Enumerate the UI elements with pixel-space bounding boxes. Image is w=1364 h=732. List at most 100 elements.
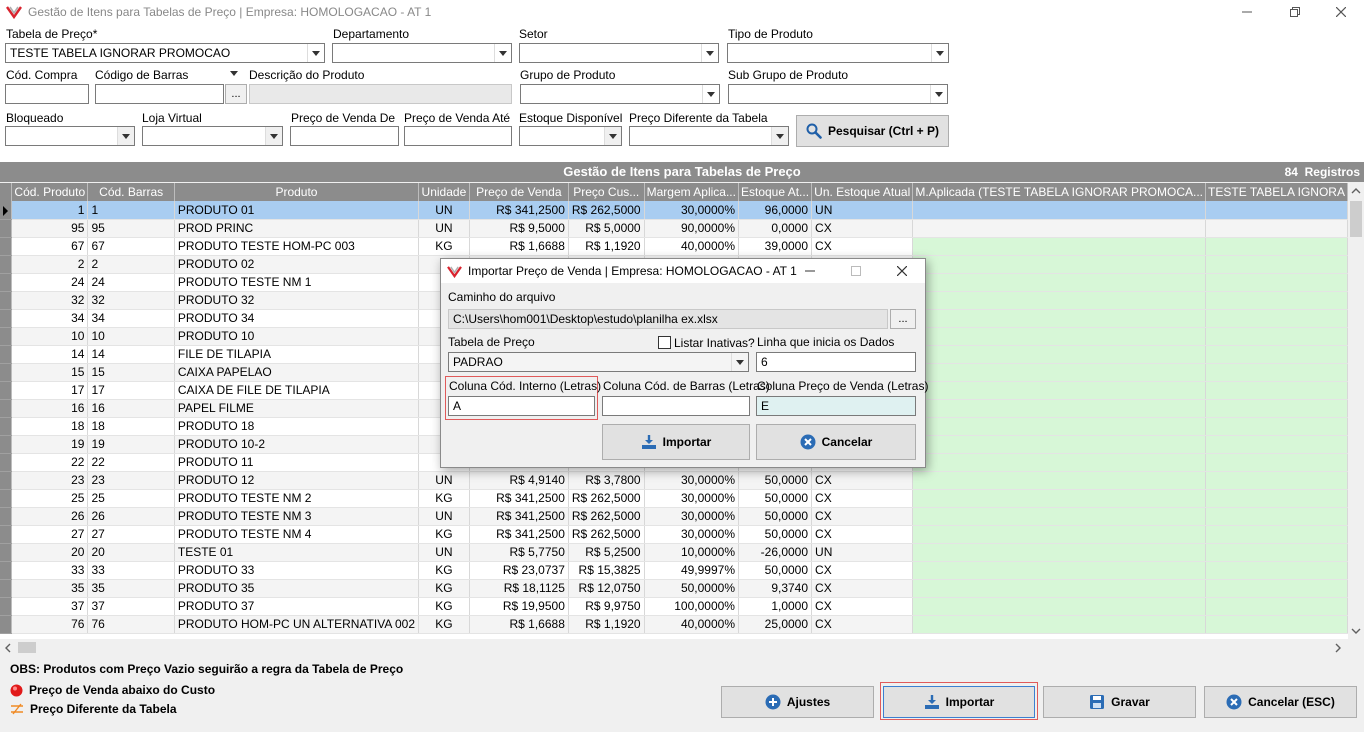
- table-cell[interactable]: R$ 15,3825: [568, 561, 645, 580]
- row-indicator[interactable]: [0, 273, 13, 292]
- table-cell[interactable]: R$ 341,2500: [469, 201, 569, 220]
- table-row[interactable]: 76 76 PRODUTO HOM-PC UN ALTERNATIVA 002 KG R…: [0, 615, 1348, 634]
- table-cell[interactable]: 20: [87, 543, 175, 562]
- cod-barras-browse-button[interactable]: ...: [225, 84, 247, 104]
- table-cell[interactable]: 17: [11, 381, 89, 400]
- row-indicator[interactable]: [0, 327, 13, 346]
- row-indicator[interactable]: [0, 615, 13, 634]
- table-cell[interactable]: [912, 597, 1207, 616]
- table-cell[interactable]: [912, 615, 1207, 634]
- row-indicator[interactable]: [0, 201, 13, 220]
- table-cell[interactable]: 95: [11, 219, 89, 238]
- table-cell[interactable]: PRODUTO 11: [174, 453, 420, 472]
- cod-barras-input[interactable]: [95, 84, 224, 104]
- table-cell[interactable]: R$ 262,5000: [568, 201, 645, 220]
- table-cell[interactable]: 15: [87, 363, 175, 382]
- table-cell[interactable]: R$ 262,5000: [568, 507, 645, 526]
- table-cell[interactable]: PRODUTO 34: [174, 309, 420, 328]
- row-indicator[interactable]: [0, 291, 13, 310]
- column-header[interactable]: TESTE TABELA IGNORA: [1205, 183, 1348, 201]
- table-cell[interactable]: R$ 23,0737: [469, 561, 569, 580]
- col-preco-input[interactable]: E: [756, 396, 916, 416]
- table-cell[interactable]: [1205, 363, 1348, 382]
- table-cell[interactable]: 10: [11, 327, 89, 346]
- row-indicator[interactable]: [0, 489, 13, 508]
- row-indicator[interactable]: [0, 597, 13, 616]
- dialog-minimize-icon[interactable]: [805, 266, 815, 276]
- dialog-cancelar-button[interactable]: Cancelar: [756, 424, 916, 460]
- table-cell[interactable]: 39,0000: [738, 237, 813, 256]
- table-cell[interactable]: [912, 363, 1207, 382]
- scroll-down-icon[interactable]: [1351, 627, 1361, 635]
- table-cell[interactable]: R$ 5,2500: [568, 543, 645, 562]
- column-header[interactable]: Estoque At...: [738, 183, 813, 201]
- table-cell[interactable]: 9,3740: [738, 579, 813, 598]
- table-cell[interactable]: 19: [11, 435, 89, 454]
- table-row[interactable]: 37 37 PRODUTO 37 KG R$ 19,9500 R$ 9,9750 100,0…: [0, 597, 1348, 616]
- table-cell[interactable]: 1,0000: [738, 597, 813, 616]
- table-cell[interactable]: PRODUTO 37: [174, 597, 420, 616]
- table-cell[interactable]: 23: [87, 471, 175, 490]
- table-cell[interactable]: PRODUTO HOM-PC UN ALTERNATIVA 002: [174, 615, 420, 634]
- cancelar-esc-button[interactable]: Cancelar (ESC): [1204, 686, 1357, 718]
- preco-dif-select[interactable]: [629, 126, 789, 146]
- cod-compra-input[interactable]: [5, 84, 89, 104]
- table-cell[interactable]: KG: [418, 561, 470, 580]
- table-cell[interactable]: 30,0000%: [644, 471, 739, 490]
- vertical-scroll-thumb[interactable]: [1350, 201, 1362, 237]
- table-cell[interactable]: R$ 1,1920: [568, 615, 645, 634]
- grupo-select[interactable]: [520, 84, 720, 104]
- scroll-left-icon[interactable]: [4, 643, 12, 653]
- row-indicator[interactable]: [0, 507, 13, 526]
- row-indicator[interactable]: [0, 435, 13, 454]
- column-header[interactable]: M.Aplicada (TESTE TABELA IGNORAR PROMOCA…: [912, 183, 1207, 201]
- table-cell[interactable]: 76: [11, 615, 89, 634]
- table-cell[interactable]: [912, 309, 1207, 328]
- table-cell[interactable]: 32: [87, 291, 175, 310]
- table-cell[interactable]: 25: [11, 489, 89, 508]
- table-cell[interactable]: R$ 9,5000: [469, 219, 569, 238]
- table-cell[interactable]: 50,0000: [738, 489, 813, 508]
- table-cell[interactable]: TESTE 01: [174, 543, 420, 562]
- table-cell[interactable]: 22: [11, 453, 89, 472]
- table-cell[interactable]: PRODUTO 33: [174, 561, 420, 580]
- table-cell[interactable]: [1205, 489, 1348, 508]
- col-barras-input[interactable]: [602, 396, 750, 416]
- dialog-close-icon[interactable]: [897, 266, 907, 276]
- table-cell[interactable]: KG: [418, 579, 470, 598]
- table-cell[interactable]: PRODUTO TESTE NM 1: [174, 273, 420, 292]
- table-cell[interactable]: [1205, 615, 1348, 634]
- table-cell[interactable]: [1205, 597, 1348, 616]
- table-cell[interactable]: 15: [11, 363, 89, 382]
- table-cell[interactable]: KG: [418, 615, 470, 634]
- table-cell[interactable]: 25,0000: [738, 615, 813, 634]
- row-indicator[interactable]: [0, 579, 13, 598]
- table-cell[interactable]: [1205, 273, 1348, 292]
- table-cell[interactable]: -26,0000: [738, 543, 813, 562]
- table-cell[interactable]: [1205, 471, 1348, 490]
- table-cell[interactable]: PRODUTO 12: [174, 471, 420, 490]
- table-row[interactable]: 1 1 PRODUTO 01 UN R$ 341,2500 R$ 262,5000 30,0…: [0, 201, 1348, 220]
- table-cell[interactable]: PRODUTO 02: [174, 255, 420, 274]
- table-cell[interactable]: R$ 262,5000: [568, 489, 645, 508]
- table-cell[interactable]: R$ 1,1920: [568, 237, 645, 256]
- table-cell[interactable]: 30,0000%: [644, 489, 739, 508]
- table-cell[interactable]: R$ 341,2500: [469, 507, 569, 526]
- table-cell[interactable]: [1205, 327, 1348, 346]
- estoque-select[interactable]: [519, 126, 622, 146]
- table-cell[interactable]: [912, 327, 1207, 346]
- table-cell[interactable]: [1205, 219, 1348, 238]
- minimize-button[interactable]: [1224, 0, 1270, 24]
- table-cell[interactable]: [912, 381, 1207, 400]
- table-cell[interactable]: [912, 525, 1207, 544]
- table-cell[interactable]: 30,0000%: [644, 507, 739, 526]
- scroll-right-icon[interactable]: [1334, 643, 1342, 653]
- table-cell[interactable]: [912, 507, 1207, 526]
- table-cell[interactable]: 30,0000%: [644, 525, 739, 544]
- table-cell[interactable]: R$ 3,7800: [568, 471, 645, 490]
- table-cell[interactable]: 50,0000: [738, 561, 813, 580]
- table-cell[interactable]: [1205, 561, 1348, 580]
- table-cell[interactable]: PRODUTO 10: [174, 327, 420, 346]
- table-cell[interactable]: R$ 5,7750: [469, 543, 569, 562]
- table-cell[interactable]: 18: [11, 417, 89, 436]
